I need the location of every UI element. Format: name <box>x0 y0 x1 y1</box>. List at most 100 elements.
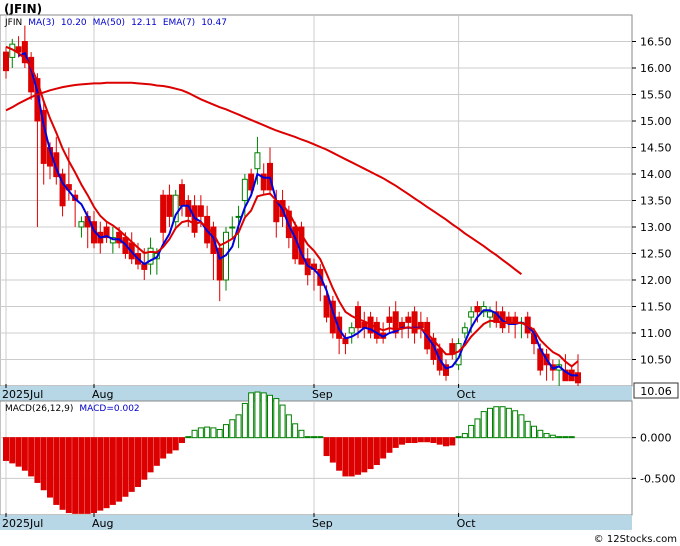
candle-body <box>179 184 185 207</box>
macd-bar <box>197 427 204 439</box>
macd-bar <box>34 437 41 483</box>
candle-body <box>411 311 418 334</box>
x-tick-label: Aug <box>92 517 113 530</box>
price-y-tick-label: 11.50 <box>640 301 672 314</box>
chart-title: (JFIN) <box>4 2 42 16</box>
price-y-tick-label: 12.50 <box>640 248 672 261</box>
macd-bar <box>241 402 248 439</box>
macd-bar <box>323 437 330 457</box>
macd-bar <box>474 418 481 439</box>
price-y-tick-label: 13.00 <box>640 221 672 234</box>
macd-bar <box>229 419 236 439</box>
candle-body <box>254 152 261 170</box>
macd-bar <box>392 437 399 448</box>
candle-body <box>197 205 204 217</box>
candle-body <box>373 321 380 339</box>
macd-bar <box>455 436 462 439</box>
macd-bar <box>461 433 468 439</box>
macd-bar <box>260 392 267 439</box>
price-y-tick-label: 10.50 <box>640 354 672 367</box>
macd-bar <box>122 437 129 497</box>
macd-bar <box>361 437 368 473</box>
macd-bar <box>518 414 525 439</box>
macd-bar <box>147 437 154 473</box>
macd-bar <box>405 437 412 444</box>
legend-entry: JFIN <box>4 18 22 28</box>
macd-bar <box>505 407 512 439</box>
macd-bar <box>135 437 141 487</box>
macd-bar <box>329 437 336 463</box>
macd-bar <box>141 437 148 480</box>
macd-bar <box>386 437 393 453</box>
macd-bar <box>128 437 135 492</box>
macd-bar <box>116 437 123 502</box>
candle-body <box>355 306 361 329</box>
macd-bar <box>468 424 475 439</box>
macd-legend: MACD(26,12,9) MACD=0.002 <box>5 404 140 414</box>
candle-body <box>474 306 481 313</box>
legend-entry: MA(3) <box>28 18 55 28</box>
macd-bar <box>512 410 519 439</box>
price-y-tick-label: 14.00 <box>640 168 672 181</box>
candle-body <box>160 194 167 233</box>
macd-bar <box>15 437 22 467</box>
macd-bar <box>153 437 160 466</box>
macd-bar <box>499 406 506 439</box>
macd-bar <box>292 423 299 439</box>
macd-bar <box>185 436 192 439</box>
candle-body <box>166 194 173 217</box>
macd-bar <box>109 437 116 505</box>
macd-bar <box>336 437 343 471</box>
candle-body <box>78 221 85 228</box>
x-tick-label: 2025Jul <box>2 517 43 530</box>
macd-bar <box>53 437 60 505</box>
macd-bar <box>204 426 211 439</box>
x-tick-label: 2025Jul <box>2 388 43 401</box>
macd-bar <box>9 437 16 464</box>
macd-bar <box>40 437 47 491</box>
price-legend: JFIN MA(3) 10.20 MA(50) 12.11 EMA(7) 10.47 <box>4 18 227 28</box>
macd-bar <box>549 434 556 439</box>
macd-bar <box>84 437 91 514</box>
macd-bar <box>210 427 217 439</box>
price-y-tick-label: 11.00 <box>640 327 672 340</box>
price-y-tick-label: 15.50 <box>640 89 672 102</box>
macd-bar <box>298 429 305 439</box>
candle-body <box>461 327 468 334</box>
price-y-axis: 16.50 16.00 15.50 15.00 14.50 14.00 13.50 13.00… <box>632 36 672 367</box>
macd-bar <box>47 437 53 498</box>
macd-bar <box>3 437 9 461</box>
x-tick-label: Aug <box>92 388 113 401</box>
x-tick-label: Oct <box>457 388 477 401</box>
macd-y-axis: 0.000 -0.500 <box>632 432 675 485</box>
candle-body <box>468 311 475 318</box>
macd-bar <box>78 437 85 514</box>
macd-bar <box>355 437 361 475</box>
candle-body <box>512 316 519 323</box>
candle-body <box>505 316 512 323</box>
macd-bar <box>65 437 72 514</box>
macd-bar <box>524 420 531 439</box>
price-y-tick-label: 13.50 <box>640 195 672 208</box>
macd-bar <box>411 437 418 444</box>
macd-bar <box>449 437 456 446</box>
macd-bar <box>191 429 198 439</box>
macd-bar <box>279 404 286 439</box>
macd-bar <box>59 437 66 510</box>
macd-bar <box>72 437 79 514</box>
candle-body <box>405 316 412 323</box>
legend-entry: 12.11 <box>131 18 157 28</box>
candle-body <box>575 372 581 384</box>
macd-bar <box>531 425 537 439</box>
macd-bar <box>311 436 317 439</box>
macd-bar <box>556 436 563 439</box>
macd-bar <box>160 437 167 459</box>
macd-bar <box>304 436 311 439</box>
macd-bar <box>91 437 97 514</box>
legend-entry: MACD=0.002 <box>79 404 139 414</box>
macd-bar <box>21 437 28 471</box>
stock-chart: (JFIN) 16.50 16.00 15.50 15.00 14.50 14.00 13.… <box>0 2 679 545</box>
macd-bar <box>537 429 544 439</box>
macd-bar <box>417 437 424 443</box>
legend-entry: EMA(7) <box>163 18 195 28</box>
